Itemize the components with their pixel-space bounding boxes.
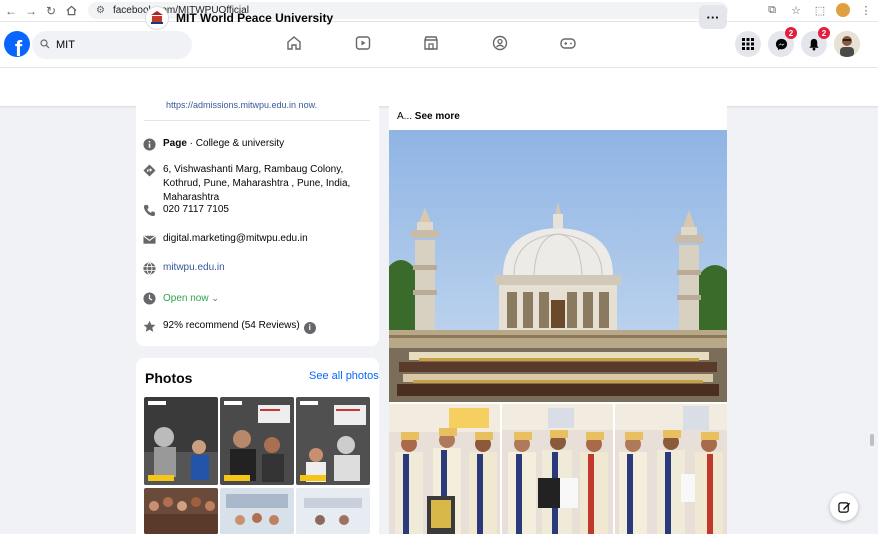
search-icon bbox=[40, 38, 50, 52]
site-settings-icon[interactable]: ⚙ bbox=[96, 5, 105, 16]
photo-thumbnail[interactable] bbox=[144, 397, 218, 485]
nav-video-icon[interactable] bbox=[354, 34, 372, 57]
open-status-label: Open now bbox=[163, 293, 209, 304]
reviews-info-icon[interactable]: i bbox=[303, 322, 316, 334]
back-arrow-icon[interactable]: ← bbox=[2, 2, 20, 20]
facebook-logo-icon[interactable]: f bbox=[4, 31, 30, 57]
intro-category-row: Page · College & university bbox=[143, 137, 373, 151]
profile-avatar[interactable] bbox=[834, 31, 860, 57]
search-value: MIT bbox=[56, 39, 75, 51]
notifications-badge: 2 bbox=[818, 27, 830, 39]
photo-thumbnail[interactable] bbox=[296, 488, 370, 534]
intro-reviews-row: 92% recommend (54 Reviews) i bbox=[143, 319, 373, 334]
phone-text[interactable]: 020 7117 7105 bbox=[163, 203, 229, 217]
intro-phone-row: 020 7117 7105 bbox=[143, 203, 373, 217]
new-message-button[interactable] bbox=[830, 493, 858, 521]
address-text: 6, Vishwashanti Marg, Rambaug Colony, Ko… bbox=[163, 164, 351, 203]
see-more-link[interactable]: See more bbox=[415, 111, 460, 122]
facebook-top-bar: f MIT 2 2 bbox=[0, 22, 878, 68]
bell-icon bbox=[809, 38, 819, 51]
photo-thumbnail[interactable] bbox=[144, 488, 218, 534]
open-status[interactable]: Open now ⌄ bbox=[163, 291, 219, 306]
globe-icon bbox=[143, 262, 156, 275]
more-options-button[interactable]: ··· bbox=[699, 5, 727, 29]
nav-home-icon[interactable] bbox=[285, 34, 303, 57]
bookmark-star-icon[interactable]: ☆ bbox=[788, 2, 804, 18]
post-text-ellipsis: A... bbox=[397, 111, 415, 122]
photo-thumbnail[interactable] bbox=[220, 488, 294, 534]
intro-hours-row: Open now ⌄ bbox=[143, 291, 373, 306]
page-title[interactable]: MIT World Peace University bbox=[176, 11, 333, 25]
account-actions: 2 2 bbox=[735, 27, 860, 57]
info-icon bbox=[143, 138, 156, 151]
star-icon bbox=[143, 320, 156, 332]
page-category: · College & university bbox=[186, 138, 285, 149]
intro-divider bbox=[144, 120, 370, 121]
page-type-label: Page bbox=[163, 138, 187, 149]
messenger-icon bbox=[775, 38, 787, 50]
forward-arrow-icon[interactable]: → bbox=[22, 2, 40, 20]
intro-email-row: digital.marketing@mitwpu.edu.in bbox=[143, 232, 373, 246]
photo-thumbnail[interactable] bbox=[296, 397, 370, 485]
browser-toolbar: ← → ↻ ⚙ facebook.com/MITWPUOfficial ⧉ ☆ … bbox=[0, 0, 878, 22]
reload-icon[interactable]: ↻ bbox=[42, 2, 60, 20]
page-scrollbar[interactable] bbox=[870, 434, 874, 446]
search-input[interactable]: MIT bbox=[32, 31, 192, 59]
chevron-down-icon: ⌄ bbox=[211, 293, 219, 303]
notifications-button[interactable]: 2 bbox=[801, 27, 830, 57]
browser-profile-icon[interactable] bbox=[836, 3, 850, 17]
install-app-icon[interactable]: ⧉ bbox=[764, 2, 780, 18]
messenger-button[interactable]: 2 bbox=[768, 27, 797, 57]
location-icon bbox=[143, 164, 156, 177]
website-link[interactable]: mitwpu.edu.in bbox=[163, 261, 225, 275]
phone-icon bbox=[143, 204, 156, 217]
photos-title[interactable]: Photos bbox=[145, 370, 192, 386]
post-main-photo[interactable] bbox=[389, 130, 727, 402]
page-sticky-header bbox=[0, 68, 878, 106]
messenger-badge: 2 bbox=[785, 27, 797, 39]
photo-thumbnail[interactable] bbox=[220, 397, 294, 485]
grid-icon bbox=[742, 38, 754, 50]
nav-gaming-icon[interactable] bbox=[559, 34, 577, 57]
clock-icon bbox=[143, 292, 156, 305]
extensions-icon[interactable]: ⬚ bbox=[812, 2, 828, 18]
browser-menu-icon[interactable]: ⋮ bbox=[858, 2, 874, 18]
compose-icon bbox=[837, 501, 850, 513]
email-text[interactable]: digital.marketing@mitwpu.edu.in bbox=[163, 232, 308, 246]
nav-marketplace-icon[interactable] bbox=[422, 34, 440, 57]
university-logo[interactable] bbox=[145, 6, 169, 30]
intro-website-row: mitwpu.edu.in bbox=[143, 261, 373, 275]
see-all-photos-link[interactable]: See all photos bbox=[309, 370, 379, 382]
reviews-text[interactable]: 92% recommend (54 Reviews) bbox=[163, 320, 300, 331]
intro-address-row: 6, Vishwashanti Marg, Rambaug Colony, Ko… bbox=[143, 163, 373, 205]
intro-cut-text: https://admissions.mitwpu.edu.in now. bbox=[166, 100, 318, 110]
post-text-preview: A... See more bbox=[397, 111, 460, 122]
post-sub-photo[interactable] bbox=[502, 404, 613, 534]
menu-grid-button[interactable] bbox=[735, 31, 761, 57]
email-icon bbox=[143, 235, 156, 244]
post-sub-photo[interactable] bbox=[615, 404, 727, 534]
home-icon[interactable] bbox=[62, 2, 80, 20]
nav-groups-icon[interactable] bbox=[491, 34, 509, 57]
browser-actions: ⧉ ☆ ⬚ ⋮ bbox=[764, 2, 874, 18]
post-sub-photo[interactable] bbox=[389, 404, 500, 534]
